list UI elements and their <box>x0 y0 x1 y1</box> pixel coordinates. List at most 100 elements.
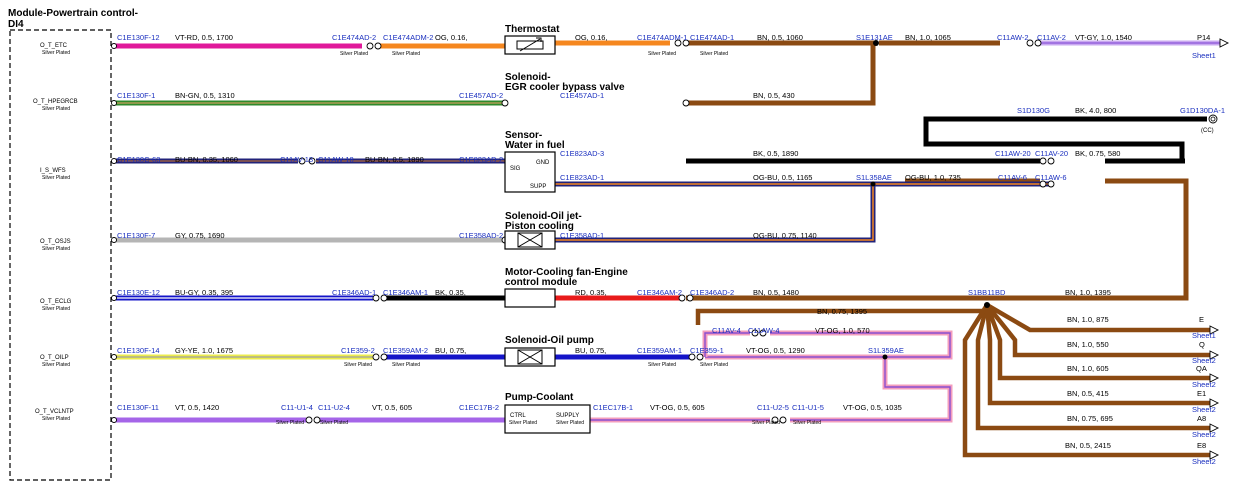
wire-label: BK, 0.75, 580 <box>1075 149 1120 158</box>
conn-label: C1E359-2 <box>341 346 375 355</box>
coolant-pin-ctrl: CTRL <box>510 413 526 419</box>
conn-label: C1E130F-1 <box>117 91 155 100</box>
conn-label: C11AV-18 <box>280 155 313 164</box>
splice-s1d130g <box>923 116 929 122</box>
branch-wire-label: BN, 1.0, 605 <box>1067 364 1109 373</box>
pin-plating: Silver Plated <box>42 175 70 181</box>
wire-label: BN-GN, 0.5, 1310 <box>175 91 235 100</box>
wire-label: BK, 0.35, <box>435 288 466 297</box>
conn-label: C1E359AM-1 <box>637 346 682 355</box>
conn-label: C1E346AM-2 <box>637 288 682 297</box>
coolant-plating-2: Silver Plated <box>556 420 584 426</box>
wire-label: VT-RD, 0.5, 1700 <box>175 33 233 42</box>
wire-label: BU, 0.75, <box>435 346 466 355</box>
plating-label: Silver Plated <box>320 420 348 426</box>
wiring-diagram: Module-Powertrain control- DI4 O_T_ETC S… <box>8 8 1230 481</box>
wire-label: BN, 0.5, 430 <box>753 91 795 100</box>
wire-label: OG, 0.16, <box>575 33 608 42</box>
conn-label: C1E474AD-2 <box>332 33 376 42</box>
plating-label: Silver Plated <box>700 362 728 368</box>
module-title: Module-Powertrain control- <box>8 8 138 19</box>
conn-label: C11AW-2 <box>997 33 1029 42</box>
wire-label: BU-BN, 0.35, 1060 <box>175 155 238 164</box>
wire-label: BN, 1.0, 1395 <box>1065 288 1111 297</box>
plating-label: Silver Plated <box>648 362 676 368</box>
wire-label: VT-OG, 0.5, 1290 <box>746 346 805 355</box>
wire-label: VT-OG, 0.5, 1035 <box>843 403 902 412</box>
wire-label: BU-GY, 0.35, 395 <box>175 288 233 297</box>
conn-label: C11-U1-4 <box>281 403 313 412</box>
module-pins: O_T_ETC Silver Plated O_T_HPEGRCB Silver… <box>33 43 78 422</box>
oilpump-title: Solenoid-Oil pump <box>505 335 594 346</box>
branch-sheet: Sheet2 <box>1192 457 1216 466</box>
pin-label: O_T_OILP <box>40 355 69 361</box>
branch-sheet: Sheet2 <box>1192 380 1216 389</box>
brown-harness <box>686 40 1189 301</box>
conn-label: C11AW-6 <box>1035 173 1067 182</box>
conn-label: C1E474ADM-2 <box>383 33 433 42</box>
branch-sheet: Sheet1 <box>1192 331 1216 340</box>
pin-plating: Silver Plated <box>42 246 70 252</box>
conn-label: C1E823AD-1 <box>560 173 604 182</box>
conn-label: C11AW-20 <box>995 149 1031 158</box>
plating-label: Silver Plated <box>392 51 420 57</box>
pin-label: O_T_ECLG <box>40 299 72 305</box>
conn-label: C1E358AD-1 <box>560 231 604 240</box>
branch-wire-label: BN, 0.5, 415 <box>1067 389 1109 398</box>
conn-label: C1E823AD-3 <box>560 149 604 158</box>
conn-label: C11AV-4 <box>712 326 741 335</box>
branch-wire-label: BN, 1.0, 550 <box>1067 340 1109 349</box>
wire-label: BN, 1.0, 1065 <box>905 33 951 42</box>
conn-label: C1E359AM-2 <box>383 346 428 355</box>
branch-sheet: Sheet2 <box>1192 405 1216 414</box>
conn-label: C11AV-2 <box>1037 33 1066 42</box>
conn-label: C1E346AD-1 <box>332 288 376 297</box>
conn-label: C11AV-20 <box>1035 149 1068 158</box>
wire-label: GY-YE, 1.0, 1675 <box>175 346 233 355</box>
wire-label: VT-OG, 1.0, 570 <box>815 326 870 335</box>
conn-label: C1E130F-14 <box>117 346 160 355</box>
splice-label: S1L358AE <box>856 173 892 182</box>
wire-label: VT-GY, 1.0, 1540 <box>1075 33 1132 42</box>
conn-label: C1E359-1 <box>690 346 724 355</box>
wire-label: OG-BU, 1.0, 735 <box>905 173 961 182</box>
conn-label: C1E130F-11 <box>117 403 159 412</box>
dest-cc-label: (CC) <box>1201 128 1214 134</box>
conn-label: C11AV-6 <box>998 173 1027 182</box>
plating-label: Silver Plated <box>392 362 420 368</box>
wire-label: GY, 0.75, 1690 <box>175 231 225 240</box>
fan-title-2: control module <box>505 277 578 288</box>
pin-plating: Silver Plated <box>42 416 70 422</box>
branch-dest: A8 <box>1197 414 1206 423</box>
splice-s1l358ae <box>870 181 876 187</box>
branch-wire-label: BN, 1.0, 875 <box>1067 315 1109 324</box>
conn-label: C1E457AD-2 <box>459 91 503 100</box>
wire-label: BN, 0.5, 1060 <box>757 33 803 42</box>
arrow-ends <box>1209 38 1230 460</box>
splice-label: S1L359AE <box>868 346 904 355</box>
conn-label: C11-U2-4 <box>318 403 350 412</box>
splice-label: S1BB11BD <box>968 288 1006 297</box>
wire-label: RD, 0.35, <box>575 288 607 297</box>
wire-label: BU-BN, 0.5, 1890 <box>365 155 424 164</box>
pin-plating: Silver Plated <box>42 306 70 312</box>
conn-label: C1E130F-7 <box>117 231 155 240</box>
conn-label: C11AW-18 <box>318 155 354 164</box>
conn-label: C1E457AD-1 <box>560 91 604 100</box>
water-pin-gnd: GND <box>536 160 550 166</box>
branch-dest: E <box>1199 315 1204 324</box>
plating-label: Silver Plated <box>340 51 368 57</box>
branch-dest: E1 <box>1197 389 1206 398</box>
plating-label: Silver Plated <box>276 420 304 426</box>
thermostat-title: Thermostat <box>505 24 560 35</box>
sheet-label: Sheet1 <box>1192 51 1216 60</box>
pin-label: O_T_VCLNTP <box>35 409 74 415</box>
water-title-2: Water in fuel <box>505 140 565 151</box>
coolant-box <box>504 404 591 434</box>
wire-label: OG, 0.16, <box>435 33 468 42</box>
coolant-plating-1: Silver Plated <box>509 420 537 426</box>
pin-plating: Silver Plated <box>42 106 70 112</box>
plating-label: Silver Plated <box>344 362 372 368</box>
wire-label: BN, 0.5, 1480 <box>753 288 799 297</box>
pin-plating: Silver Plated <box>42 362 70 368</box>
